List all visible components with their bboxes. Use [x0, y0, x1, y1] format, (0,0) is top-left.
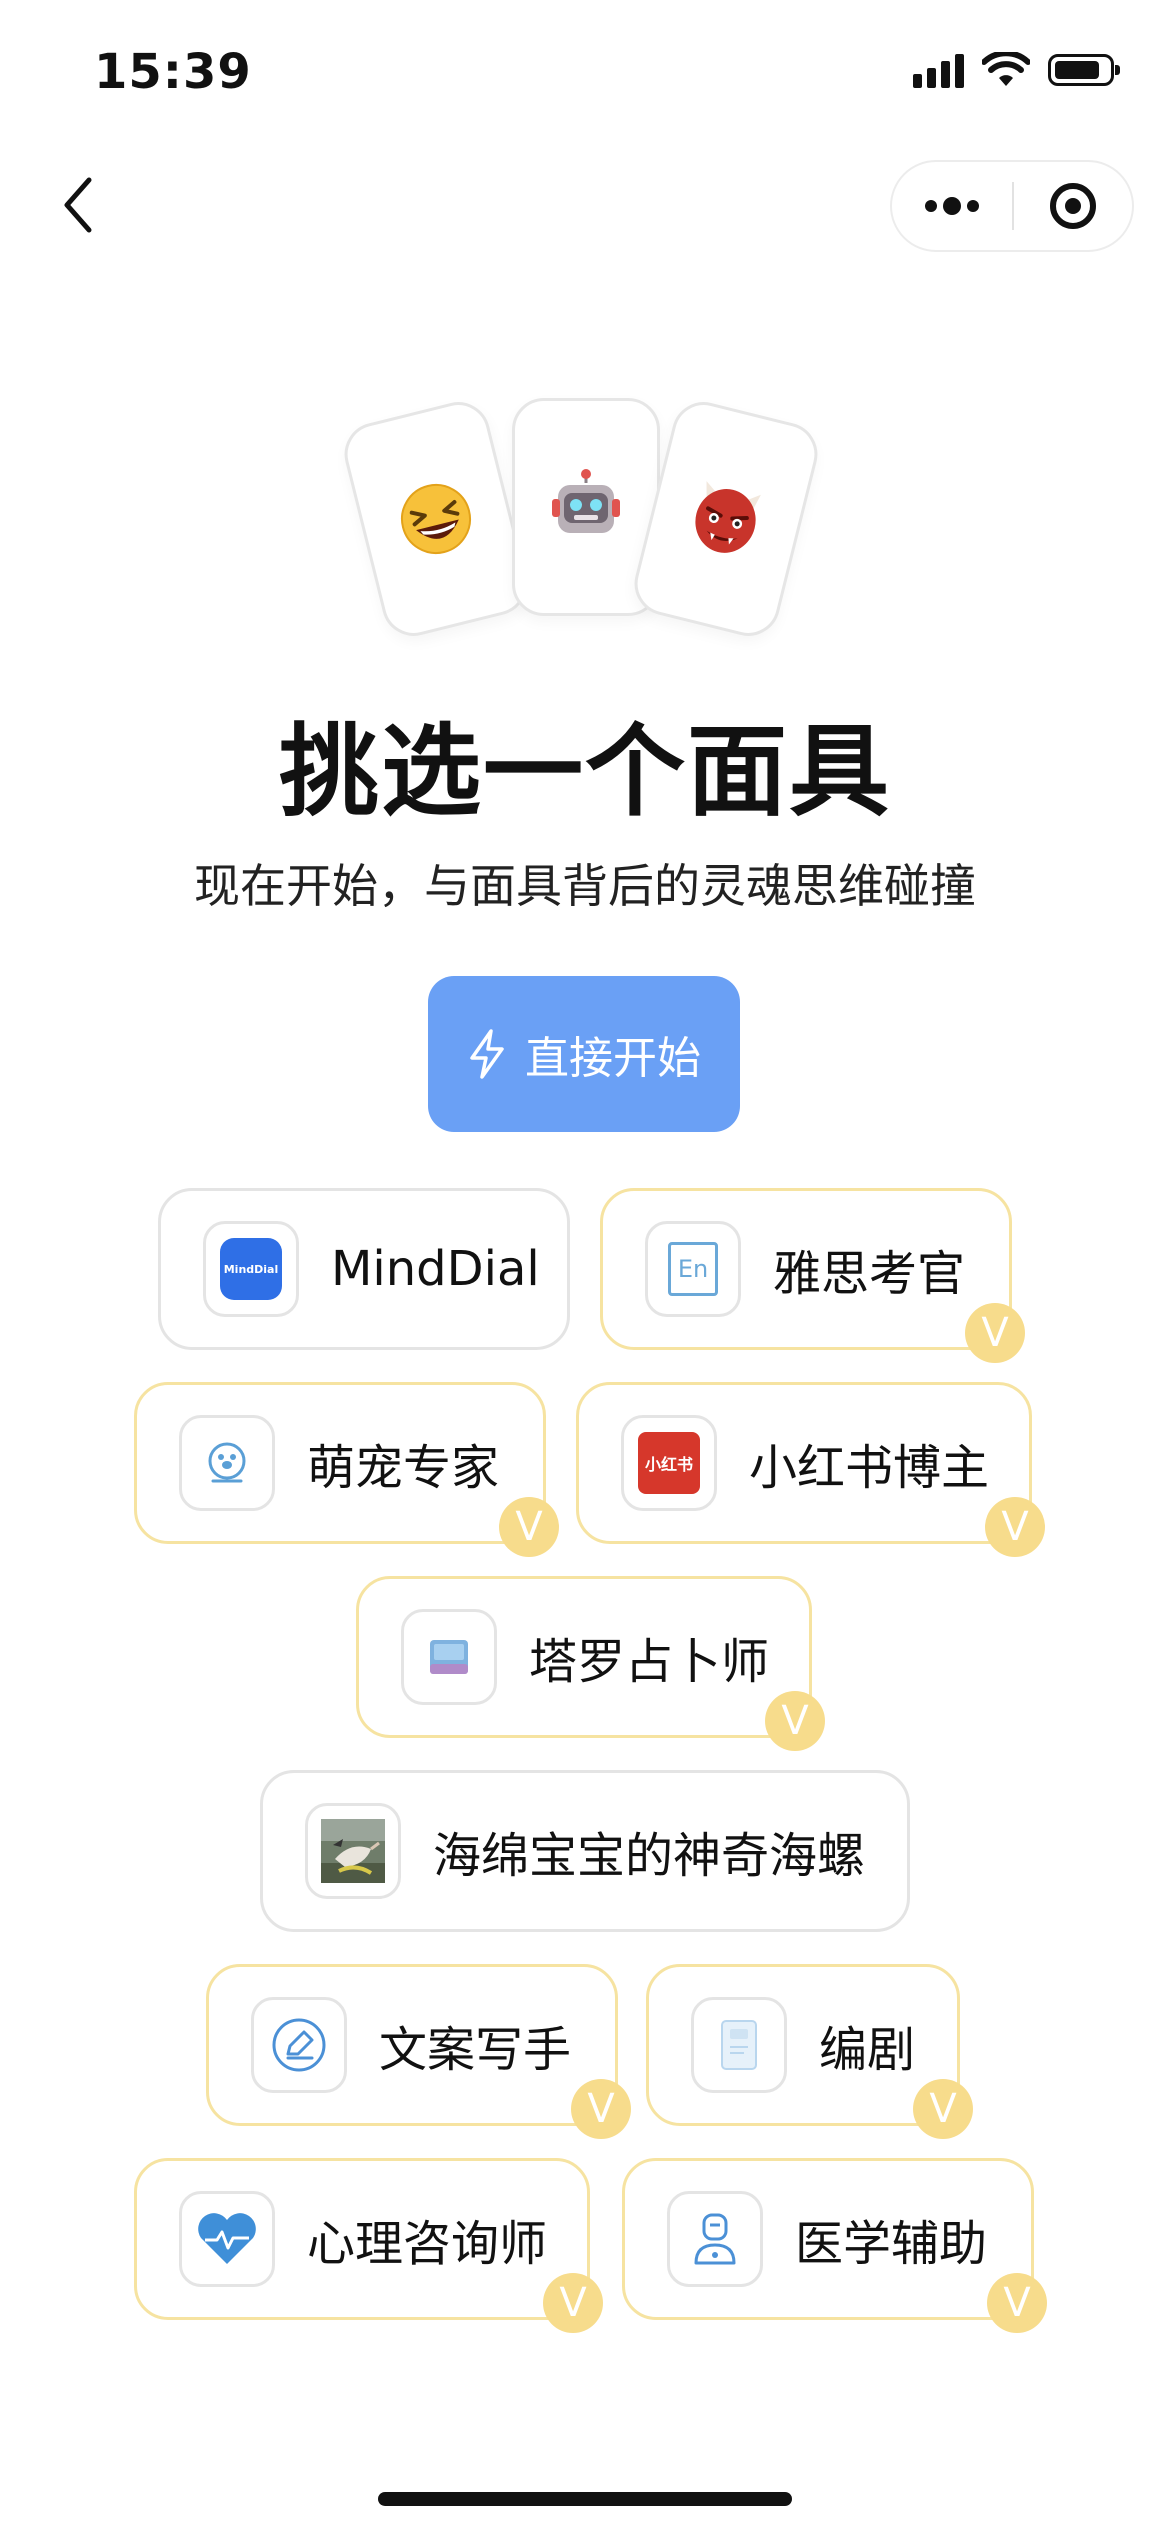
back-button[interactable]: [48, 170, 108, 240]
persona-pet-expert[interactable]: 萌宠专家 V: [134, 1382, 559, 1557]
vip-badge: V: [985, 1497, 1045, 1557]
close-miniprogram-button[interactable]: [1014, 183, 1132, 229]
persona-magic-conch[interactable]: 海绵宝宝的神奇海螺: [260, 1770, 910, 1932]
persona-tarot-reader[interactable]: 塔罗占卜师 V: [356, 1576, 825, 1751]
persona-label: 小红书博主: [749, 1440, 990, 1496]
persona-minddial[interactable]: MindDial MindDial: [158, 1188, 570, 1350]
vip-badge: V: [765, 1691, 825, 1751]
start-directly-button[interactable]: 直接开始: [428, 976, 740, 1132]
doctor-icon: [667, 2191, 763, 2287]
tarot-card-icon: [401, 1609, 497, 1705]
persona-psychologist[interactable]: 心理咨询师 V: [134, 2158, 603, 2333]
persona-copywriter[interactable]: 文案写手 V: [206, 1964, 631, 2139]
mask-card-laughing[interactable]: [337, 395, 535, 643]
persona-label: 文案写手: [379, 2022, 572, 2078]
persona-label: 雅思考官: [773, 1246, 966, 1302]
vip-badge: V: [571, 2079, 631, 2139]
page-subtitle: 现在开始，与面具背后的灵魂思维碰撞: [194, 859, 976, 913]
persona-screenwriter[interactable]: 编剧 V: [646, 1964, 973, 2139]
persona-medical-assistant[interactable]: 医学辅助 V: [622, 2158, 1047, 2333]
page-title: 挑选一个面具: [279, 713, 891, 830]
persona-label: 海绵宝宝的神奇海螺: [433, 1828, 866, 1884]
chevron-left-icon: [64, 177, 92, 233]
start-button-label: 直接开始: [525, 1033, 701, 1084]
vip-badge: V: [913, 2079, 973, 2139]
en-icon: En: [645, 1221, 741, 1317]
persona-label: 医学辅助: [795, 2216, 988, 2272]
persona-ielts-examiner[interactable]: En 雅思考官 V: [600, 1188, 1025, 1363]
vip-badge: V: [987, 2273, 1047, 2333]
more-button[interactable]: [892, 197, 1012, 215]
vip-badge: V: [499, 1497, 559, 1557]
vip-badge: V: [965, 1303, 1025, 1363]
cellular-signal-icon: [913, 52, 964, 88]
grinning-squint-face-emoji: [401, 484, 471, 554]
vip-badge: V: [543, 2273, 603, 2333]
ogre-mask-emoji: [695, 481, 761, 553]
miniprogram-capsule: [890, 160, 1134, 252]
persona-xiaohongshu-blogger[interactable]: 小红书 小红书博主 V: [576, 1382, 1045, 1557]
persona-label: 心理咨询师: [307, 2216, 548, 2272]
persona-label: 塔罗占卜师: [529, 1634, 770, 1690]
persona-label: 萌宠专家: [307, 1440, 500, 1496]
lightning-icon: [470, 1029, 504, 1079]
more-dots-icon: [925, 200, 937, 212]
status-time: 15:39: [94, 44, 252, 100]
battery-icon: [1048, 54, 1120, 86]
xiaohongshu-logo: 小红书: [621, 1415, 717, 1511]
status-icons: [913, 52, 1120, 88]
pen-icon: [251, 1997, 347, 2093]
home-indicator: [378, 2492, 792, 2506]
minddial-logo: MindDial: [203, 1221, 299, 1317]
persona-label: 编剧: [819, 2022, 916, 2078]
target-icon: [1050, 183, 1096, 229]
wifi-icon: [982, 52, 1030, 86]
script-book-icon: [691, 1997, 787, 2093]
pet-icon: [179, 1415, 275, 1511]
heart-pulse-icon: [179, 2191, 275, 2287]
persona-label: MindDial: [331, 1241, 540, 1297]
robot-face-emoji: [552, 469, 620, 533]
magic-conch-image: [305, 1803, 401, 1899]
